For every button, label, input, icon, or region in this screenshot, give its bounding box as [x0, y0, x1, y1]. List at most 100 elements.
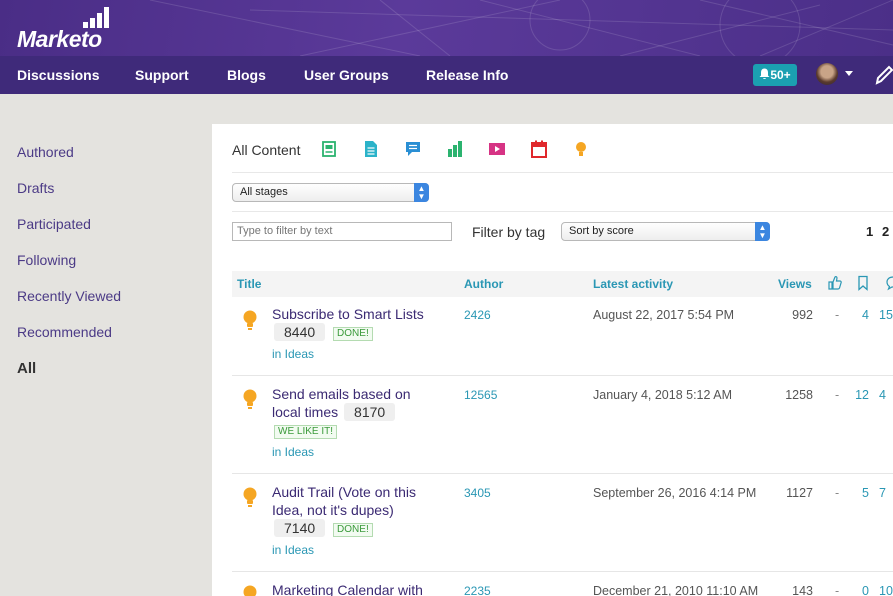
nav-release-info[interactable]: Release Info	[426, 56, 508, 94]
stage-select-value: All stages	[240, 186, 288, 198]
row-title[interactable]: Marketing Calendar with	[272, 581, 472, 596]
marketo-logo[interactable]: Marketo	[17, 6, 117, 52]
idea-icon	[243, 487, 257, 507]
replies-count[interactable]: 4	[879, 388, 886, 402]
sort-select-value: Sort by score	[569, 225, 634, 237]
table-row: Audit Trail (Vote on this Idea, not it's…	[232, 474, 893, 572]
idea-icon	[243, 389, 257, 409]
bookmark-icon[interactable]	[856, 275, 870, 291]
author-link[interactable]: 12565	[464, 388, 497, 402]
chevron-down-icon[interactable]	[845, 71, 853, 76]
sidebar-item-authored[interactable]: Authored	[17, 144, 74, 160]
author-link[interactable]: 3405	[464, 486, 491, 500]
sidebar-item-drafts[interactable]: Drafts	[17, 180, 54, 196]
vote-score[interactable]: 7140	[274, 519, 326, 537]
document-icon[interactable]	[321, 140, 337, 158]
file-icon[interactable]	[363, 140, 379, 158]
bookmarks-count[interactable]: 4	[851, 308, 869, 322]
views-count: 992	[792, 308, 813, 322]
sidebar-item-recently-viewed[interactable]: Recently Viewed	[17, 288, 121, 304]
sidebar-item-following[interactable]: Following	[17, 252, 76, 268]
reply-icon[interactable]	[886, 275, 893, 291]
th-title[interactable]: Title	[237, 277, 261, 291]
replies-count[interactable]: 10	[879, 584, 893, 596]
poll-icon[interactable]	[447, 140, 463, 158]
replies-count[interactable]: 7	[879, 486, 886, 500]
author-link[interactable]: 2235	[464, 584, 491, 596]
row-title-text[interactable]: Marketing Calendar with	[272, 582, 423, 596]
table-header: Title Author Latest activity Views	[232, 271, 893, 297]
discussion-icon[interactable]	[405, 140, 421, 158]
views-count: 1258	[785, 388, 813, 402]
nav-blogs[interactable]: Blogs	[227, 56, 266, 94]
divider	[232, 172, 893, 173]
likes-count: -	[835, 584, 840, 596]
bookmarks-count[interactable]: 5	[851, 486, 869, 500]
vote-score[interactable]: 8170	[344, 403, 396, 421]
sidebar-item-recommended[interactable]: Recommended	[17, 324, 112, 340]
pencil-icon[interactable]	[874, 64, 893, 86]
status-badge: DONE!	[333, 523, 373, 537]
likes-count: -	[835, 388, 840, 402]
filter-by-tag-button[interactable]: Filter by tag	[472, 224, 545, 240]
user-avatar[interactable]	[816, 63, 838, 85]
th-views[interactable]: Views	[778, 277, 812, 291]
row-title[interactable]: Audit Trail (Vote on this Idea, not it's…	[272, 483, 442, 537]
row-title-text[interactable]: Subscribe to Smart Lists	[272, 306, 424, 322]
latest-activity: September 26, 2016 4:14 PM	[593, 486, 757, 500]
views-count: 143	[792, 584, 813, 596]
vote-score[interactable]: 8440	[274, 323, 326, 341]
stage-select[interactable]: All stages ▲ ▼	[232, 183, 429, 202]
bell-icon	[759, 68, 770, 79]
table-row: Send emails based on local times 8170 WE…	[232, 376, 893, 474]
header-banner: Marketo	[0, 0, 893, 56]
status-badge: WE LIKE IT!	[274, 425, 338, 439]
text-filter-input[interactable]: Type to filter by text	[232, 222, 452, 241]
sort-select[interactable]: Sort by score ▲ ▼	[561, 222, 770, 241]
sidebar-item-participated[interactable]: Participated	[17, 216, 91, 232]
select-arrows-icon: ▲ ▼	[414, 183, 429, 202]
notifications-count: 50+	[770, 68, 791, 82]
notifications-button[interactable]: 50+	[753, 64, 797, 86]
th-latest-activity[interactable]: Latest activity	[593, 277, 673, 291]
logo-text: Marketo	[17, 26, 102, 52]
like-icon[interactable]	[828, 275, 842, 291]
place-link[interactable]: in Ideas	[272, 347, 314, 361]
replies-count[interactable]: 15	[879, 308, 893, 322]
bookmarks-count[interactable]: 0	[851, 584, 869, 596]
idea-icon[interactable]	[573, 140, 589, 158]
table-row: Marketing Calendar with 2235 December 21…	[232, 572, 893, 596]
logo-bars-icon	[83, 7, 109, 28]
page-2[interactable]: 2	[882, 224, 889, 239]
nav-support[interactable]: Support	[135, 56, 189, 94]
status-badge: DONE!	[333, 327, 373, 341]
content-panel: All Content All stages ▲ ▼ Type to filter…	[212, 124, 893, 596]
divider	[232, 211, 893, 212]
all-content-tab[interactable]: All Content	[232, 142, 300, 158]
video-icon[interactable]	[489, 140, 505, 158]
select-arrows-icon: ▲ ▼	[755, 222, 770, 241]
event-icon[interactable]	[531, 140, 547, 158]
likes-count: -	[835, 486, 840, 500]
views-count: 1127	[786, 486, 813, 500]
row-title[interactable]: Subscribe to Smart Lists 8440 DONE!	[272, 305, 442, 341]
th-author[interactable]: Author	[464, 277, 503, 291]
place-link[interactable]: in Ideas	[272, 445, 314, 459]
latest-activity: January 4, 2018 5:12 AM	[593, 388, 732, 402]
idea-icon	[243, 310, 257, 330]
latest-activity: December 21, 2010 11:10 AM	[593, 584, 759, 596]
network-background	[149, 0, 893, 56]
likes-count: -	[835, 308, 840, 322]
latest-activity: August 22, 2017 5:54 PM	[593, 308, 735, 322]
page-1[interactable]: 1	[866, 224, 873, 239]
nav-discussions[interactable]: Discussions	[17, 56, 99, 94]
idea-icon	[243, 585, 257, 596]
row-title[interactable]: Send emails based on local times 8170 WE…	[272, 385, 442, 439]
bookmarks-count[interactable]: 12	[851, 388, 869, 402]
nav-user-groups[interactable]: User Groups	[304, 56, 389, 94]
row-title-text[interactable]: Audit Trail (Vote on this Idea, not it's…	[272, 484, 416, 518]
place-link[interactable]: in Ideas	[272, 543, 314, 557]
table-row: Subscribe to Smart Lists 8440 DONE! in I…	[232, 300, 893, 376]
author-link[interactable]: 2426	[464, 308, 491, 322]
sidebar-item-all[interactable]: All	[17, 360, 36, 377]
